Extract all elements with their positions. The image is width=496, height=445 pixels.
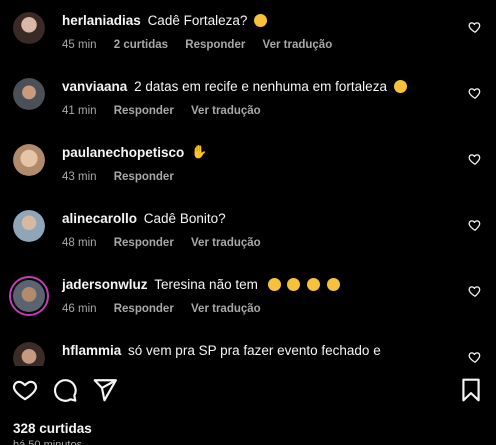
comment-text: Cadê Fortaleza?	[147, 13, 248, 28]
comment-meta: 48 min Responder Ver tradução	[62, 237, 275, 249]
comment-item: herlaniadias Cadê Fortaleza? 45 min 2 cu…	[0, 0, 496, 66]
comment-username[interactable]: paulanechopetisco	[62, 145, 184, 160]
see-translation-button[interactable]: Ver tradução	[263, 39, 333, 51]
heart-outline-icon[interactable]	[12, 377, 38, 403]
see-translation-button[interactable]: Ver tradução	[191, 105, 261, 117]
comment-text: 2 datas em recife e nenhuma em fortaleza	[134, 79, 387, 94]
post-action-bar: 328 curtidas há 50 minutos	[0, 366, 496, 445]
comment-item: alinecarollo Cadê Bonito? 48 min Respond…	[0, 198, 496, 264]
sad-face-emoji-icon	[307, 278, 321, 291]
comment-item: paulanechopetisco 43 min Responder	[0, 132, 496, 198]
sad-face-emoji-icon	[254, 14, 268, 27]
comment-meta: 41 min Responder Ver tradução	[62, 105, 275, 117]
comment-time: 46 min	[62, 303, 97, 315]
reply-button[interactable]: Responder	[114, 303, 174, 315]
comment-username[interactable]: hflammia	[62, 343, 121, 358]
avatar[interactable]	[13, 210, 45, 242]
heart-outline-icon[interactable]	[468, 284, 482, 298]
sad-face-emoji-icon	[326, 278, 340, 291]
comment-likes-link[interactable]: 2 curtidas	[114, 39, 168, 51]
comment-time: 41 min	[62, 105, 97, 117]
comment-username[interactable]: alinecarollo	[62, 211, 137, 226]
post-likes-count[interactable]: 328 curtidas	[13, 421, 92, 436]
comment-text: Cadê Bonito?	[143, 211, 226, 226]
comment-item: hflammia só vem pra SP pra fazer evento …	[0, 330, 496, 366]
comment-item: vanviaana 2 datas em recife e nenhuma em…	[0, 66, 496, 132]
comment-text: Teresina não tem	[154, 277, 258, 292]
see-translation-button[interactable]: Ver tradução	[191, 237, 261, 249]
reply-button[interactable]: Responder	[185, 39, 245, 51]
comment-time: 45 min	[62, 39, 97, 51]
bookmark-icon[interactable]	[458, 377, 484, 403]
waving-hand-emoji-icon	[191, 144, 207, 160]
sad-face-emoji-icon	[267, 278, 281, 291]
heart-outline-icon[interactable]	[468, 86, 482, 100]
reply-button[interactable]: Responder	[114, 171, 174, 183]
sad-face-emoji-icon	[393, 80, 407, 93]
comment-meta: 46 min Responder Ver tradução	[62, 303, 275, 315]
comment-line: paulanechopetisco	[62, 144, 207, 160]
reply-button[interactable]: Responder	[114, 237, 174, 249]
paper-plane-icon[interactable]	[92, 377, 118, 403]
avatar[interactable]	[13, 342, 45, 366]
comment-meta: 43 min Responder	[62, 171, 188, 183]
comment-meta: 45 min 2 curtidas Responder Ver tradução	[62, 39, 346, 51]
comment-text: só vem pra SP pra fazer evento fechado e	[128, 343, 381, 358]
heart-outline-icon[interactable]	[468, 152, 482, 166]
comment-line: alinecarollo Cadê Bonito?	[62, 211, 226, 226]
avatar[interactable]	[13, 12, 45, 44]
comment-time: 48 min	[62, 237, 97, 249]
heart-outline-icon[interactable]	[468, 20, 482, 34]
comments-list: herlaniadias Cadê Fortaleza? 45 min 2 cu…	[0, 0, 496, 366]
avatar[interactable]	[13, 144, 45, 176]
post-timestamp: há 50 minutos	[13, 439, 83, 445]
reply-button[interactable]: Responder	[114, 105, 174, 117]
comment-username[interactable]: vanviaana	[62, 79, 127, 94]
see-translation-button[interactable]: Ver tradução	[191, 303, 261, 315]
comment-time: 43 min	[62, 171, 97, 183]
comment-username[interactable]: herlaniadias	[62, 13, 141, 28]
heart-outline-icon[interactable]	[468, 350, 482, 364]
avatar[interactable]	[13, 78, 45, 110]
comment-item: jadersonwluz Teresina não tem 46 min Res…	[0, 264, 496, 330]
avatar-with-story-ring[interactable]	[9, 276, 49, 316]
comment-line: hflammia só vem pra SP pra fazer evento …	[62, 343, 381, 358]
heart-outline-icon[interactable]	[468, 218, 482, 232]
sad-face-emoji-icon	[287, 278, 301, 291]
comment-line: herlaniadias Cadê Fortaleza?	[62, 13, 268, 28]
speech-bubble-icon[interactable]	[52, 377, 78, 403]
comment-username[interactable]: jadersonwluz	[62, 277, 148, 292]
comment-line: jadersonwluz Teresina não tem	[62, 277, 340, 292]
comment-line: vanviaana 2 datas em recife e nenhuma em…	[62, 79, 407, 94]
